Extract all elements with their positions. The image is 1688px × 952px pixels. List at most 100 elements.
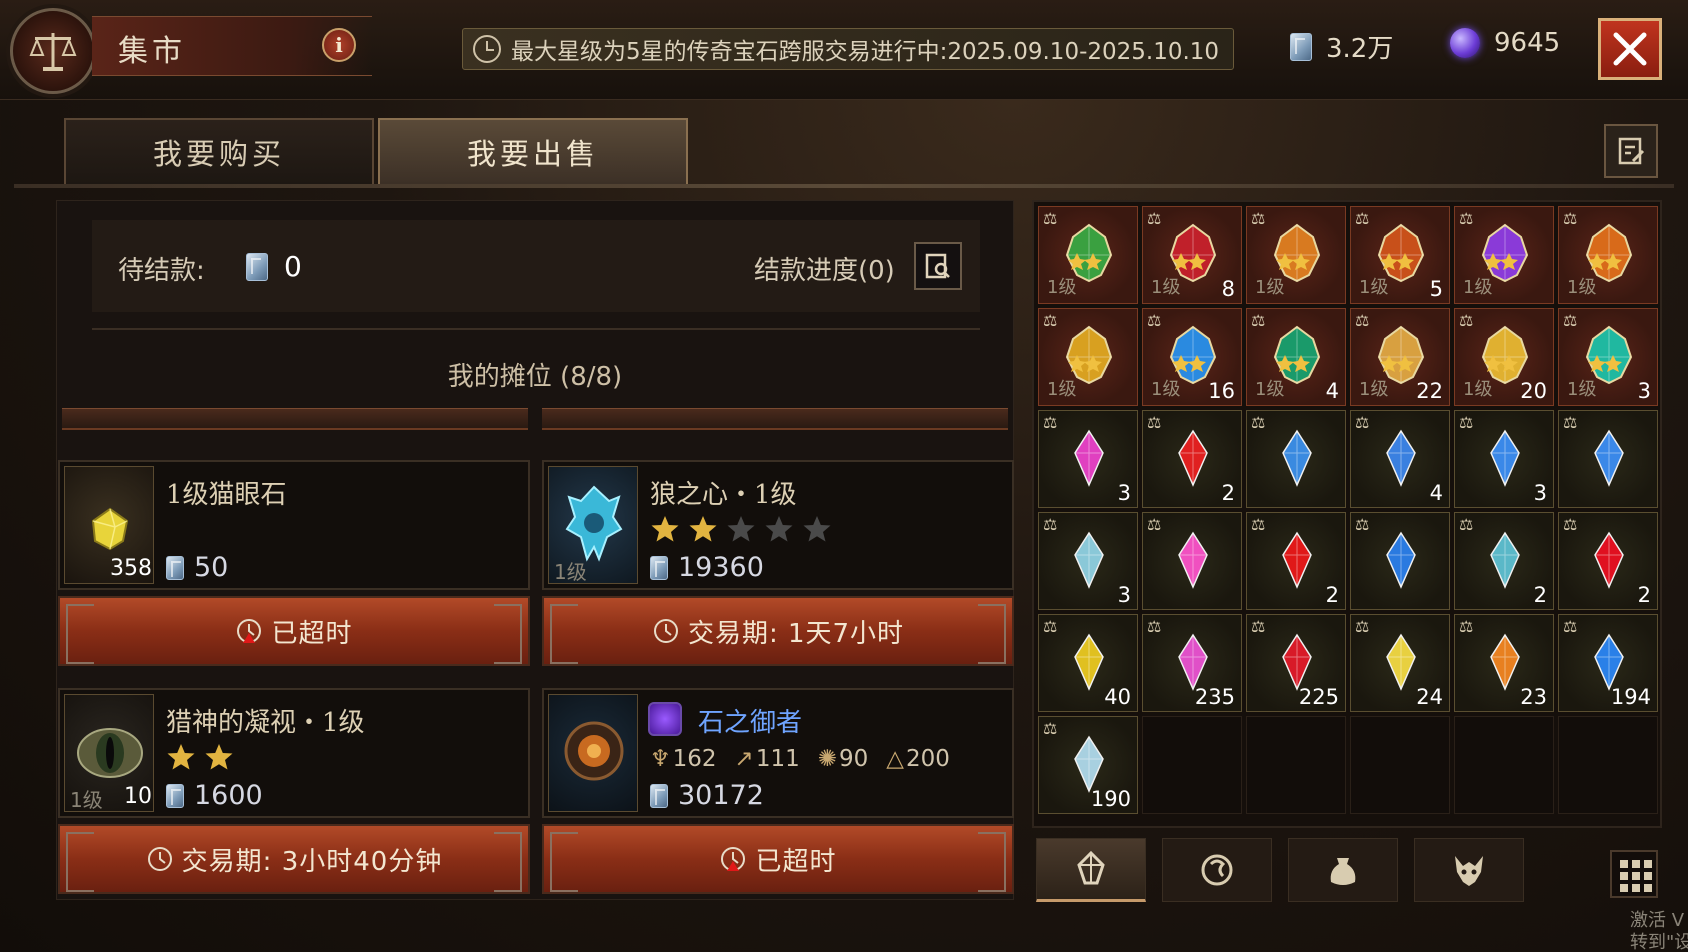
orb-amount: 9645: [1494, 28, 1561, 58]
grid-dot: [1632, 860, 1640, 868]
inventory-slot[interactable]: ⚖ 2: [1246, 512, 1346, 610]
tab-buy[interactable]: 我要购买: [64, 118, 374, 184]
slot-count: 20: [1520, 379, 1547, 403]
clock-icon: [473, 35, 501, 63]
inventory-slot[interactable]: ⚖ 1级 16: [1142, 308, 1242, 406]
inventory-slot[interactable]: ⚖ 23: [1454, 614, 1554, 712]
set-item-seal-icon: [648, 702, 682, 736]
inventory-slot[interactable]: ⚖ 1级: [1558, 206, 1658, 304]
slot-count: 190: [1090, 787, 1131, 811]
star-filled-icon: [167, 744, 195, 770]
slot-count: 194: [1610, 685, 1651, 709]
stat-attack: ♆162: [650, 746, 717, 772]
listing-status-label: 交易期: 3小时40分钟: [181, 846, 443, 877]
close-button[interactable]: [1598, 18, 1662, 80]
inventory-slot[interactable]: ⚖ 2: [1142, 410, 1242, 508]
inventory-slot[interactable]: ⚖ 2: [1558, 512, 1658, 610]
inventory-slot[interactable]: ⚖ 40: [1038, 614, 1138, 712]
inventory-slot[interactable]: ⚖ 2: [1454, 512, 1554, 610]
gem-icon: [1178, 429, 1208, 487]
inventory-slot[interactable]: ⚖: [1246, 410, 1346, 508]
listing-card-hunters-gaze[interactable]: 1级 10 猎神的凝视・1级 1600 交易期: 3小时40分钟: [58, 688, 530, 898]
inventory-slot[interactable]: ⚖ 190: [1038, 716, 1138, 814]
slot-level: 1级: [1255, 379, 1285, 400]
grid-view-button[interactable]: [1610, 850, 1658, 898]
inventory-slot[interactable]: ⚖ 1级 5: [1350, 206, 1450, 304]
item-price: 50: [166, 552, 228, 583]
listing-status-button[interactable]: 交易期: 1天7小时: [542, 596, 1014, 666]
tab-bag[interactable]: [1288, 838, 1398, 902]
inventory-slot[interactable]: ⚖ 1级: [1454, 206, 1554, 304]
inventory-slot[interactable]: ⚖: [1558, 410, 1658, 508]
page-title: 集市: [118, 34, 186, 69]
item-quantity: 10: [124, 784, 152, 809]
inventory-slot[interactable]: ⚖: [1350, 512, 1450, 610]
gem-icon: [1594, 531, 1624, 589]
inventory-slot[interactable]: ⚖ 1级 3: [1558, 308, 1658, 406]
inventory-slot[interactable]: ⚖ 1级 22: [1350, 308, 1450, 406]
inventory-slot[interactable]: ⚖: [1142, 512, 1242, 610]
listing-status-button[interactable]: 交易期: 3小时40分钟: [58, 824, 530, 894]
tab-demon[interactable]: [1414, 838, 1524, 902]
tab-sell[interactable]: 我要出售: [378, 118, 688, 184]
inventory-slot[interactable]: ⚖ 1级: [1038, 206, 1138, 304]
inventory-slot[interactable]: ⚖ 3: [1038, 512, 1138, 610]
inventory-slot[interactable]: ⚖ 1级: [1246, 206, 1346, 304]
listing-card-stone-warden[interactable]: 石之御者 ♆162 ↗111 ✺90 △200 30172 已超时: [542, 688, 1014, 898]
slot-level: 1级: [1463, 379, 1493, 400]
settlement-progress-button[interactable]: [914, 242, 962, 290]
inventory-slot[interactable]: ⚖ 3: [1454, 410, 1554, 508]
inventory-slot[interactable]: ⚖ 24: [1350, 614, 1450, 712]
tab-runes[interactable]: [1162, 838, 1272, 902]
inventory-slot[interactable]: ⚖ 3: [1038, 410, 1138, 508]
inventory-slot[interactable]: ⚖ 194: [1558, 614, 1658, 712]
resonance-stat-icon: △: [886, 746, 904, 772]
gem-icon: [1594, 429, 1624, 487]
price-value: 1600: [194, 780, 263, 811]
listing-status-button[interactable]: 已超时: [58, 596, 530, 666]
stall-title: 我的摊位 (8/8): [447, 362, 623, 392]
slot-level: 1级: [1255, 277, 1285, 298]
listing-status-button[interactable]: 已超时: [542, 824, 1014, 894]
inventory-slot[interactable]: ⚖ 1级 4: [1246, 308, 1346, 406]
star-filled-icon: [689, 516, 717, 542]
slot-count: 3: [1637, 379, 1651, 403]
gem-icon: [1282, 429, 1312, 487]
inventory-slot[interactable]: ⚖ 1级: [1038, 308, 1138, 406]
price-value: 19360: [678, 552, 764, 583]
currency-orb: 9645: [1450, 28, 1560, 58]
crystal-currency-icon: [650, 783, 668, 808]
crystal-currency-icon: [166, 783, 184, 808]
item-quantity: 358: [110, 556, 152, 581]
inventory-slot-empty: [1350, 716, 1450, 814]
charm-icon: [564, 721, 624, 781]
rune-tab-icon: [1201, 854, 1233, 886]
listing-card-wolf-heart[interactable]: 1级 狼之心・1级 19360 交易期: 1天7小时: [542, 460, 1014, 670]
gem-tab-icon: [1077, 850, 1105, 885]
crystal-currency-icon: [166, 555, 184, 580]
inventory-slot[interactable]: ⚖ 225: [1246, 614, 1346, 712]
info-button[interactable]: i: [322, 28, 356, 62]
stat-value: 200: [905, 746, 950, 772]
inventory-slot[interactable]: ⚖ 1级 20: [1454, 308, 1554, 406]
inventory-slot[interactable]: ⚖ 4: [1350, 410, 1450, 508]
history-button[interactable]: [1604, 124, 1658, 178]
tab-gems[interactable]: [1036, 838, 1146, 902]
listing-card-cats-eye[interactable]: 358 1级猫眼石 50 已超时: [58, 460, 530, 670]
crystal-amount: 3.2万: [1326, 34, 1394, 64]
price-value: 30172: [678, 780, 764, 811]
gem-icon: [1074, 531, 1104, 589]
inventory-slot[interactable]: ⚖ 235: [1142, 614, 1242, 712]
inventory-slot[interactable]: ⚖ 1级 8: [1142, 206, 1242, 304]
gem-icon: [1074, 429, 1104, 487]
item-price: 19360: [650, 552, 764, 583]
attack-stat-icon: ♆: [650, 746, 671, 772]
watermark-line: 激活 V: [1630, 910, 1685, 931]
slot-count: 2: [1325, 583, 1339, 607]
listing-status-label: 已超时: [755, 846, 837, 877]
listing-status-label: 已超时: [271, 618, 353, 649]
bag-tab-icon: [1330, 858, 1356, 885]
star-filled-icon: [651, 516, 679, 542]
item-name: 石之御者: [698, 708, 803, 738]
close-icon: [1613, 32, 1647, 66]
